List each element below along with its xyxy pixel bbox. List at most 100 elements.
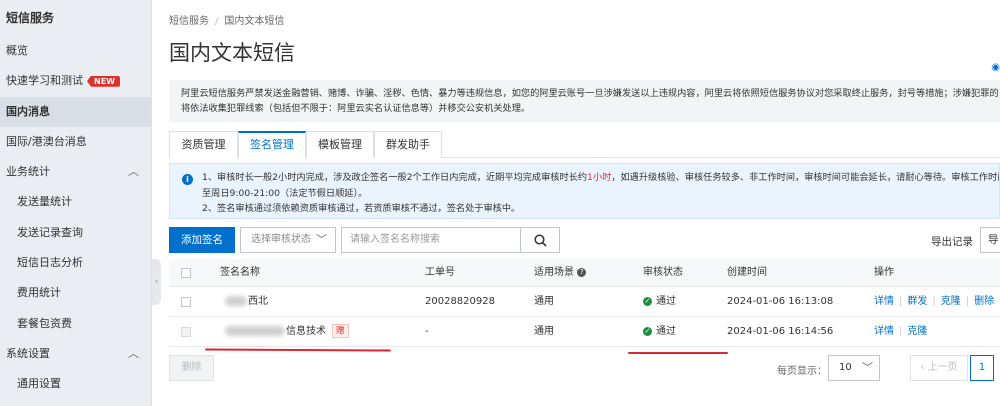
- per-page-value: 10: [839, 362, 852, 373]
- action-separator: |: [932, 296, 936, 307]
- table-header: 签名名称 工单号 适用场景 ? 审核状态 创建时间 操作: [169, 259, 1000, 287]
- annotation-underline: [204, 348, 392, 352]
- breadcrumb: 短信服务 / 国内文本短信: [169, 12, 284, 27]
- row-checkbox[interactable]: [181, 297, 191, 307]
- sidebar-item-cost-stats[interactable]: 费用统计: [0, 278, 151, 308]
- sidebar-item-international[interactable]: 国际/港澳台消息: [0, 127, 151, 157]
- info-text: ，如遇升级核验、审核任务较多、非工作时间，审核时间可能会延长，请耐心等待。审核工…: [611, 172, 1000, 183]
- search-icon: [534, 234, 547, 247]
- info-alert: i 1、审核时长一般2小时内完成，涉及政企签名一般2个工作日内完成，近期平均完成…: [169, 163, 1000, 219]
- clone-link[interactable]: 克隆: [941, 296, 961, 307]
- info-line: 2、签名审核通过须依赖资质审核通过，若资质审核不通过，签名处于审核中。: [202, 203, 521, 214]
- sidebar-item-quick-learn[interactable]: 快速学习和测试 NEW: [0, 66, 151, 96]
- sidebar-title: 短信服务: [6, 11, 55, 25]
- add-signature-button[interactable]: 添加签名: [169, 227, 235, 253]
- sidebar-item-label: 系统设置: [6, 346, 50, 360]
- sidebar-item-label: 概览: [6, 44, 28, 57]
- column-header-name: 签名名称: [220, 267, 260, 278]
- action-separator: |: [965, 296, 970, 307]
- bulk-delete-button[interactable]: 删除: [169, 355, 214, 381]
- gift-badge: 赠: [332, 324, 349, 338]
- signature-name-text: 西北: [248, 296, 268, 307]
- sidebar-item-general-settings[interactable]: 通用设置: [0, 369, 151, 399]
- column-header-ops: 操作: [874, 267, 894, 278]
- sidebar-group-settings[interactable]: 系统设置 ︿: [0, 339, 151, 369]
- sidebar-group-stats[interactable]: 业务统计 ︿: [0, 157, 151, 187]
- sidebar-item-label: 国际/港澳台消息: [6, 134, 87, 148]
- signature-name: 信息技术赠: [225, 317, 349, 347]
- ticket-number: 20028820928: [425, 296, 495, 307]
- info-highlight: 1小时: [587, 172, 612, 183]
- sidebar-item-overview[interactable]: 概览: [0, 36, 151, 66]
- ticket-number: -: [425, 326, 429, 337]
- sidebar-item-domestic[interactable]: 国内消息: [0, 96, 151, 127]
- sidebar-item-label: 业务统计: [6, 165, 50, 179]
- tab-bar: 资质管理 签名管理 模板管理 群发助手: [169, 131, 1000, 159]
- status-badge: ✓ 通过: [643, 287, 676, 317]
- column-header-scene: 适用场景 ?: [534, 259, 587, 287]
- tab-qualification[interactable]: 资质管理: [169, 131, 238, 158]
- table-row: 信息技术赠 - 通用 ✓ 通过 2024-01-06 16:14:56 详情 | 克隆: [169, 317, 1000, 347]
- signature-name: 西北: [225, 287, 268, 317]
- chevron-down-icon: ﹀: [862, 361, 873, 374]
- details-link[interactable]: 详情: [874, 326, 894, 337]
- status-filter-select[interactable]: 选择审核状态 ﹀: [240, 227, 336, 253]
- details-link[interactable]: 详情: [874, 296, 894, 307]
- main-content: 短信服务 / 国内文本短信 国内文本短信 ◉ 阿里云短信服务严禁发送金融营销、赌博、…: [169, 0, 1000, 406]
- table-row: 西北 20028820928 通用 ✓ 通过 2024-01-06 16:13:0…: [169, 287, 1000, 317]
- clone-link[interactable]: 克隆: [907, 326, 927, 337]
- action-separator: |: [899, 296, 903, 307]
- per-page-select[interactable]: 10 ﹀: [828, 355, 880, 381]
- row-checkbox[interactable]: [181, 327, 191, 337]
- compliance-notice: 阿里云短信服务严禁发送金融营销、赌博、诈骗、淫秽、色情、暴力等违规信息，如您的阿…: [169, 80, 1000, 122]
- sidebar-item-label: 国内消息: [6, 104, 50, 118]
- sidebar-collapse-handle[interactable]: ‹: [152, 259, 161, 305]
- row-actions: 详情 | 克隆: [874, 317, 927, 347]
- delete-link[interactable]: 删除: [974, 296, 994, 307]
- column-header-label: 适用场景: [534, 267, 574, 278]
- column-header-created: 创建时间: [727, 267, 767, 278]
- annotation-underline: [628, 352, 728, 354]
- tab-bulk-send[interactable]: 群发助手: [374, 131, 442, 158]
- select-placeholder: 选择审核状态: [251, 234, 311, 245]
- status-badge: ✓ 通过: [643, 317, 676, 347]
- sidebar-item-label: 通用设置: [17, 377, 61, 391]
- signature-search-input[interactable]: 请输入签名名称搜索: [341, 227, 521, 253]
- created-time: 2024-01-06 16:14:56: [727, 326, 834, 337]
- row-actions: 详情 | 群发 | 克隆 | 删除: [874, 287, 994, 317]
- chevron-up-icon: ︿: [128, 165, 139, 179]
- export-button[interactable]: 导: [980, 227, 1000, 253]
- bulk-send-link[interactable]: 群发: [907, 296, 927, 307]
- breadcrumb-root[interactable]: 短信服务: [169, 16, 209, 27]
- page-number-button[interactable]: 1: [970, 355, 994, 381]
- tab-template[interactable]: 模板管理: [306, 131, 374, 158]
- signature-table: 签名名称 工单号 适用场景 ? 审核状态 创建时间 操作 西北 20028820…: [169, 259, 1000, 347]
- created-time: 2024-01-06 16:13:08: [727, 296, 834, 307]
- sidebar-item-send-records[interactable]: 发送记录查询: [0, 218, 151, 248]
- info-line: 1、审核时长一般2小时内完成，涉及政企签名一般2个工作日内完成，近期平均完成审核…: [184, 170, 999, 186]
- sidebar-item-log-analysis[interactable]: 短信日志分析: [0, 248, 151, 278]
- eye-icon[interactable]: ◉: [991, 62, 1000, 73]
- per-page-label: 每页显示：: [777, 366, 827, 377]
- tab-signature[interactable]: 签名管理: [238, 131, 306, 159]
- check-circle-icon: ✓: [643, 326, 652, 336]
- select-all-checkbox[interactable]: [181, 268, 191, 278]
- column-header-status: 审核状态: [643, 267, 683, 278]
- prev-page-button[interactable]: ‹ 上一页: [910, 355, 968, 381]
- signature-name-text: 信息技术: [286, 326, 326, 337]
- search-button[interactable]: [520, 227, 560, 253]
- sidebar: 短信服务 概览 快速学习和测试 NEW 国内消息 国际/港澳台消息 业务统计 ︿ 发…: [0, 0, 152, 406]
- export-records-link[interactable]: 导出记录: [931, 234, 973, 249]
- redacted-text: [225, 296, 247, 306]
- column-header-ticket: 工单号: [425, 267, 455, 278]
- sidebar-item-label: 发送量统计: [17, 195, 72, 209]
- breadcrumb-current: 国内文本短信: [224, 16, 285, 27]
- sidebar-item-send-volume[interactable]: 发送量统计: [0, 187, 151, 217]
- chevron-left-icon: ‹: [154, 277, 159, 287]
- sidebar-item-label: 费用统计: [17, 286, 61, 300]
- chevron-down-icon: ﹀: [316, 233, 327, 246]
- sidebar-item-package-pricing[interactable]: 套餐包资费: [0, 309, 151, 339]
- toolbar: 添加签名 选择审核状态 ﹀ 请输入签名名称搜索 导出记录 导: [169, 227, 1000, 253]
- breadcrumb-separator: /: [215, 16, 219, 27]
- help-icon[interactable]: ?: [577, 267, 587, 277]
